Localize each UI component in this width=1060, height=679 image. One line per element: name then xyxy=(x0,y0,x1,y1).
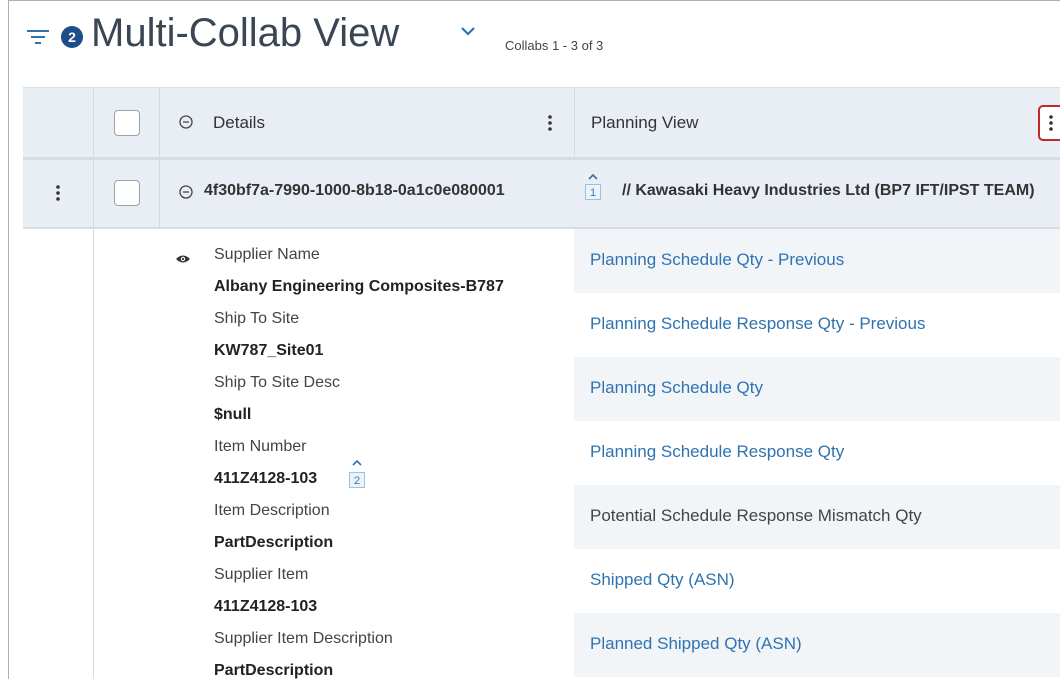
table-header-row: Details Planning View xyxy=(23,87,1060,158)
kebab-menu-icon xyxy=(1049,115,1053,131)
detail-value: Albany Engineering Composites-B787 xyxy=(214,278,504,295)
collab-group-row: 4f30bf7a-7990-1000-8b18-0a1c0e080001 1 /… xyxy=(23,157,1060,229)
page-header: 2 Multi-Collab View Collabs 1 - 3 of 3 xyxy=(9,1,1060,87)
item-number-badge[interactable]: 2 xyxy=(349,472,365,488)
collapse-all-icon[interactable] xyxy=(179,115,193,129)
chevron-down-icon[interactable] xyxy=(459,25,477,37)
detail-label: Supplier Name xyxy=(214,246,320,263)
detail-value: $null xyxy=(214,406,252,423)
collapse-row-icon[interactable] xyxy=(179,185,193,199)
planning-view-column-menu-button[interactable] xyxy=(1038,105,1060,141)
detail-label: Item Description xyxy=(214,502,330,519)
planning-row-label: Potential Schedule Response Mismatch Qty xyxy=(590,506,922,525)
eye-icon[interactable] xyxy=(175,253,191,265)
row-select-checkbox[interactable] xyxy=(114,180,140,206)
planning-row-link[interactable]: Planning Schedule Response Qty - Previou… xyxy=(590,314,925,334)
detail-value: 411Z4128-103 xyxy=(214,470,318,487)
chevron-up-icon[interactable] xyxy=(352,460,362,466)
detail-label: Supplier Item Description xyxy=(214,630,393,647)
collab-partner-name: // Kawasaki Heavy Industries Ltd (BP7 IF… xyxy=(622,182,1035,199)
planning-view-column-header: Planning View xyxy=(591,113,699,132)
planning-row[interactable]: Planning Schedule Qty - Previous xyxy=(574,229,1060,293)
select-all-checkbox[interactable] xyxy=(114,110,140,136)
detail-value: PartDescription xyxy=(214,662,334,679)
chevron-up-icon[interactable] xyxy=(588,174,598,180)
details-column-header: Details xyxy=(213,113,265,132)
detail-label: Item Number xyxy=(214,438,307,455)
collab-id: 4f30bf7a-7990-1000-8b18-0a1c0e080001 xyxy=(204,182,505,199)
filter-count-badge: 2 xyxy=(61,26,83,48)
planning-row-link[interactable]: Planning Schedule Qty xyxy=(590,378,763,398)
planning-row-link[interactable]: Planned Shipped Qty (ASN) xyxy=(590,634,802,654)
planning-row[interactable]: Planning Schedule Response Qty - Previou… xyxy=(574,293,1060,357)
detail-value: 411Z4128-103 xyxy=(214,598,318,615)
planning-row: Potential Schedule Response Mismatch Qty xyxy=(574,485,1060,549)
detail-value: KW787_Site01 xyxy=(214,342,324,359)
planning-row-link[interactable]: Planning Schedule Response Qty xyxy=(590,442,844,462)
planning-row-link[interactable]: Shipped Qty (ASN) xyxy=(590,570,735,590)
detail-label: Ship To Site xyxy=(214,310,300,327)
planning-row[interactable]: Shipped Qty (ASN) xyxy=(574,549,1060,613)
details-column-menu-icon[interactable] xyxy=(547,114,553,132)
collab-count: Collabs 1 - 3 of 3 xyxy=(505,38,604,53)
row-menu-icon[interactable] xyxy=(55,184,61,202)
collab-body: Supplier Name Albany Engineering Composit… xyxy=(23,229,1060,679)
filter-icon[interactable] xyxy=(27,28,49,46)
page-title: Multi-Collab View xyxy=(91,11,400,55)
planning-row[interactable]: Planning Schedule Response Qty xyxy=(574,421,1060,485)
planning-row[interactable]: Planning Schedule Qty xyxy=(574,357,1060,421)
collab-id-badge[interactable]: 1 xyxy=(585,184,601,200)
app-frame: 2 Multi-Collab View Collabs 1 - 3 of 3 D… xyxy=(8,0,1060,679)
detail-label: Supplier Item xyxy=(214,566,309,583)
detail-value: PartDescription xyxy=(214,534,334,551)
planning-row-link[interactable]: Planning Schedule Qty - Previous xyxy=(590,250,844,270)
details-panel: Supplier Name Albany Engineering Composit… xyxy=(159,229,574,679)
detail-label: Ship To Site Desc xyxy=(214,374,340,391)
planning-row[interactable]: Planned Shipped Qty (ASN) xyxy=(574,613,1060,677)
